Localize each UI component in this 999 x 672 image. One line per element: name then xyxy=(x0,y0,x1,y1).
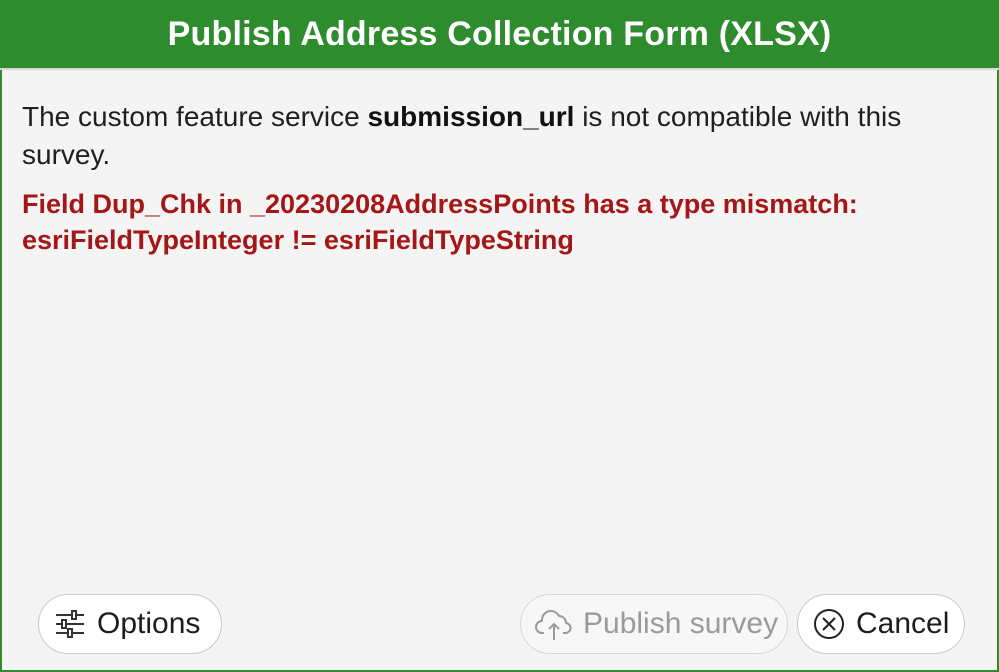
message-text-before: The custom feature service xyxy=(22,101,368,132)
publish-dialog: Publish Address Collection Form (XLSX) T… xyxy=(0,0,999,672)
cancel-label: Cancel xyxy=(856,607,950,640)
cloud-upload-icon xyxy=(535,607,573,641)
cancel-button[interactable]: Cancel xyxy=(797,594,965,654)
publish-survey-button[interactable]: Publish survey xyxy=(520,594,788,654)
error-message: Field Dup_Chk in _20230208AddressPoints … xyxy=(22,186,962,258)
compatibility-message: The custom feature service submission_ur… xyxy=(22,98,962,174)
message-text-after: is not compatible with this xyxy=(574,101,902,132)
message-text-line2: survey. xyxy=(22,139,111,170)
circle-x-icon xyxy=(812,607,846,641)
dialog-content: The custom feature service submission_ur… xyxy=(22,98,962,258)
options-button[interactable]: Options xyxy=(38,594,222,654)
error-line-1: Field Dup_Chk in _20230208AddressPoints … xyxy=(22,189,858,219)
message-field-name: submission_url xyxy=(367,101,575,132)
options-label: Options xyxy=(97,607,201,640)
publish-survey-label: Publish survey xyxy=(583,607,779,640)
dialog-title: Publish Address Collection Form (XLSX) xyxy=(0,0,999,70)
sliders-icon xyxy=(53,607,87,641)
error-line-2: esriFieldTypeInteger != esriFieldTypeStr… xyxy=(22,225,574,255)
